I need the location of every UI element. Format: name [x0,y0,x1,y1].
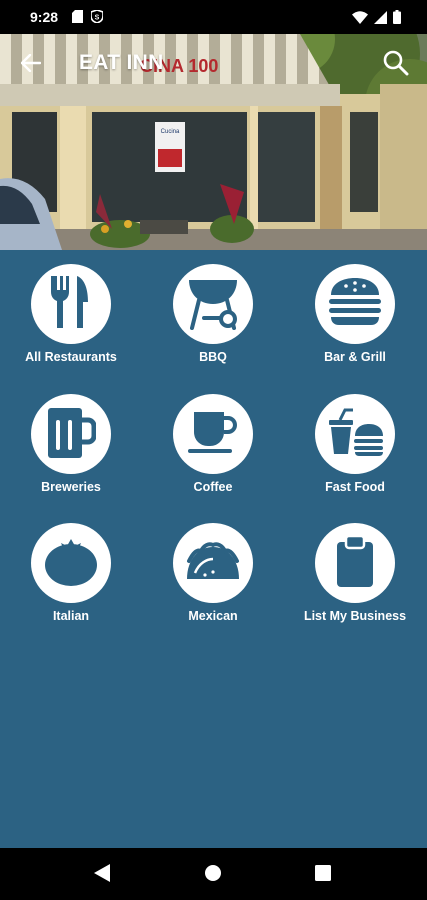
fast-food-icon [327,408,383,461]
screen: 9:28 S CINA 100 Cucina EAT INN All Resta… [0,0,427,900]
nav-home-button[interactable] [200,862,226,888]
category-fast-food[interactable]: Fast Food [284,380,426,500]
page-title: EAT INN [79,51,164,74]
category-label: Fast Food [325,480,385,494]
signal-icon [374,10,387,29]
search-button[interactable] [379,48,413,82]
fork-knife-icon [47,274,95,335]
category-list-my-business[interactable]: List My Business [284,509,426,629]
sd-card-icon [72,10,83,28]
category-label: Italian [52,609,90,623]
category-italian[interactable]: Italian [0,509,142,629]
search-icon [383,50,409,81]
recents-nav-icon [315,864,331,886]
category-bar-and-grill[interactable]: Bar & Grill [284,250,426,370]
category-circle [31,523,111,603]
home-nav-icon [204,864,222,887]
category-mexican[interactable]: Mexican [142,509,284,629]
nav-recents-button[interactable] [310,862,336,888]
clipboard-icon [335,534,375,593]
system-nav-bar [0,848,427,900]
svg-text:S: S [95,15,100,22]
status-right-icons [352,10,401,29]
category-circle [315,264,395,344]
category-all-restaurants[interactable]: All Restaurants [0,250,142,370]
back-nav-icon [94,863,110,887]
taco-icon [183,539,243,588]
category-circle [173,264,253,344]
category-label: Breweries [41,480,101,494]
category-label: Mexican [188,609,238,623]
wifi-icon [352,10,368,29]
category-label: List My Business [303,609,407,623]
back-button[interactable] [14,50,48,80]
category-label: BBQ [199,350,227,364]
status-bar: 9:28 S [0,0,427,34]
category-breweries[interactable]: Breweries [0,380,142,500]
category-circle [173,394,253,474]
category-label: Bar & Grill [324,350,386,364]
coffee-cup-icon [186,410,240,459]
status-left-icons: S [72,9,104,28]
grill-icon [186,274,240,335]
arrow-back-icon [20,53,42,77]
category-bbq[interactable]: BBQ [142,250,284,370]
category-label: Coffee [193,480,233,494]
category-circle [31,394,111,474]
category-circle [31,264,111,344]
status-time: 9:28 [30,9,59,25]
category-circle [315,394,395,474]
shield-icon: S [90,9,104,28]
category-circle [315,523,395,603]
beer-mug-icon [46,404,97,465]
burger-icon [328,277,382,332]
window-sign: Cucina [161,129,180,135]
app-bar: EAT INN [0,34,427,94]
tomato-icon [44,535,98,592]
battery-icon [393,10,401,29]
nav-back-button[interactable] [89,862,115,888]
category-circle [173,523,253,603]
category-label: All Restaurants [25,350,117,364]
category-coffee[interactable]: Coffee [142,380,284,500]
